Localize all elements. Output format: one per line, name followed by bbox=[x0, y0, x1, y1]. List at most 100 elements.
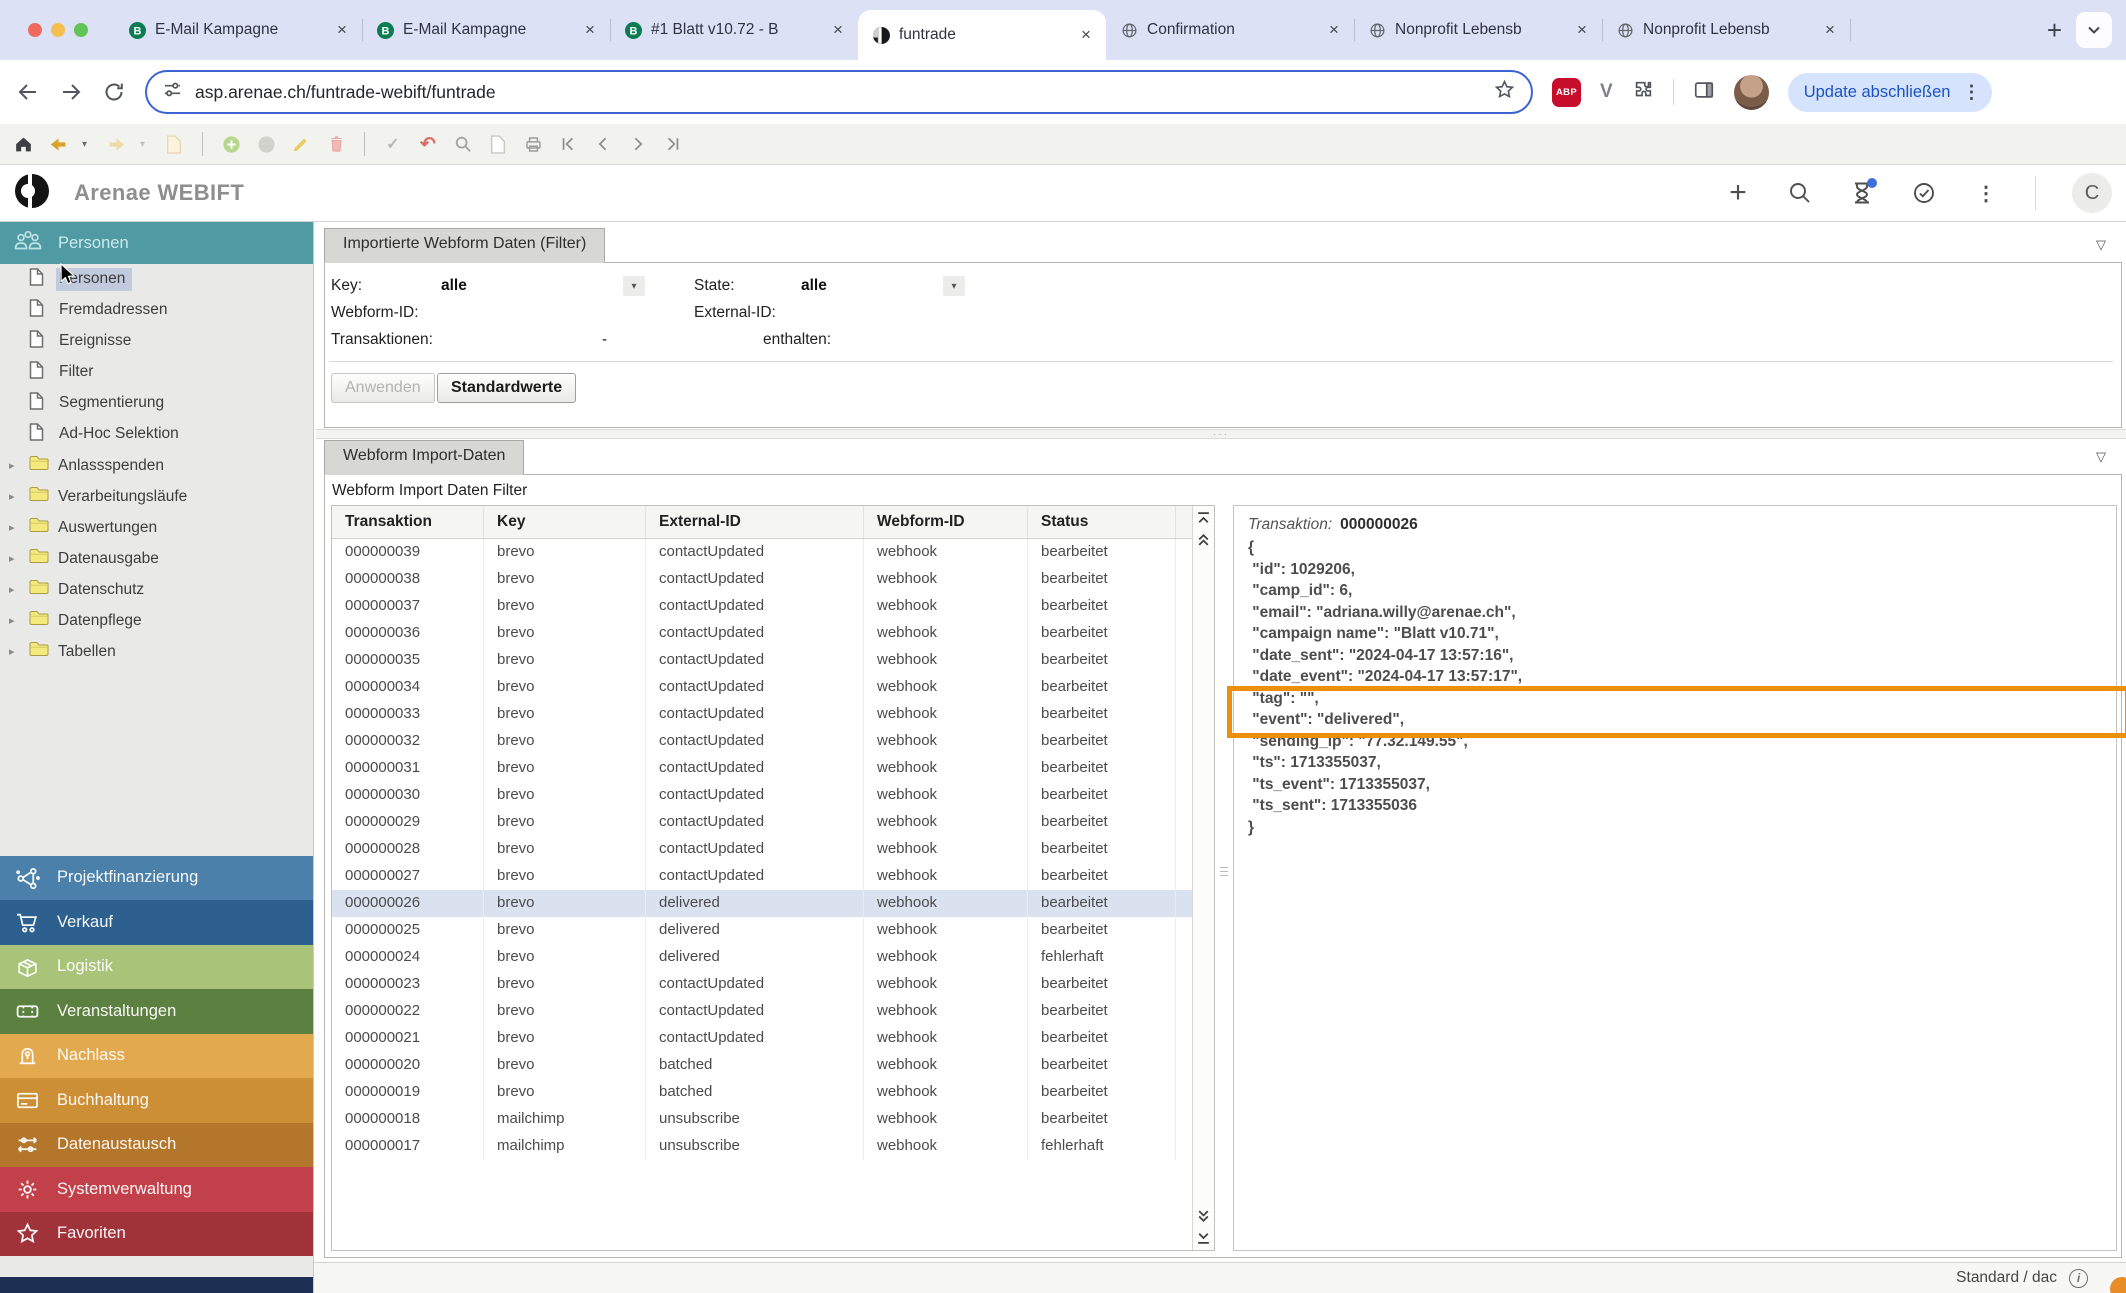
scroll-to-top-icon[interactable] bbox=[1196, 511, 1211, 526]
vertical-splitter-handle[interactable] bbox=[1220, 858, 1228, 884]
info-icon[interactable]: i bbox=[2069, 1269, 2088, 1288]
horizontal-splitter[interactable]: ··· bbox=[316, 429, 2126, 439]
sidebar-folder-verarbeitungsl-ufe[interactable]: ▸Verarbeitungsläufe bbox=[0, 481, 313, 512]
sidebar-item-fremdadressen[interactable]: Fremdadressen bbox=[0, 295, 313, 326]
adblock-extension-icon[interactable]: ABP bbox=[1552, 78, 1581, 107]
sidebar-folder-datenausgabe[interactable]: ▸Datenausgabe bbox=[0, 543, 313, 574]
table-row[interactable]: 000000018mailchimpunsubscribewebhookbear… bbox=[332, 1106, 1214, 1133]
update-browser-button[interactable]: Update abschließen ⋮ bbox=[1788, 73, 1993, 112]
state-select-caret-icon[interactable]: ▾ bbox=[943, 276, 965, 296]
key-select-caret-icon[interactable]: ▾ bbox=[623, 276, 645, 296]
sidebar-folder-datenpflege[interactable]: ▸Datenpflege bbox=[0, 605, 313, 636]
browser-menu-kebab-icon[interactable]: ⋮ bbox=[1962, 82, 1980, 103]
close-window-button[interactable] bbox=[28, 23, 42, 37]
expand-caret-icon[interactable]: ▸ bbox=[9, 645, 20, 658]
close-tab-icon[interactable]: × bbox=[828, 20, 848, 40]
state-select-value[interactable]: alle bbox=[801, 277, 827, 295]
user-avatar[interactable]: C bbox=[2072, 173, 2112, 213]
sidebar-module-buchhaltung[interactable]: Buchhaltung bbox=[0, 1078, 313, 1123]
forward-icon[interactable] bbox=[59, 80, 83, 104]
bookmark-star-icon[interactable] bbox=[1494, 79, 1515, 105]
close-tab-icon[interactable]: × bbox=[1572, 20, 1592, 40]
sidebar-module-veranstaltungen[interactable]: Veranstaltungen bbox=[0, 989, 313, 1034]
sidebar-folder-auswertungen[interactable]: ▸Auswertungen bbox=[0, 512, 313, 543]
table-row[interactable]: 000000028brevocontactUpdatedwebhookbearb… bbox=[332, 836, 1214, 863]
v-extension-icon[interactable]: V bbox=[1600, 81, 1613, 103]
table-row[interactable]: 000000033brevocontactUpdatedwebhookbearb… bbox=[332, 701, 1214, 728]
new-tab-button[interactable]: + bbox=[2033, 15, 2076, 46]
column-header-external-id[interactable]: External-ID bbox=[646, 506, 864, 538]
browser-tab-3[interactable]: B#1 Blatt v10.72 - B× bbox=[610, 10, 858, 50]
add-record-icon[interactable]: + bbox=[1725, 180, 1751, 206]
sidebar-module-systemverwaltung[interactable]: Systemverwaltung bbox=[0, 1167, 313, 1212]
table-row[interactable]: 000000035brevocontactUpdatedwebhookbearb… bbox=[332, 647, 1214, 674]
table-row[interactable]: 000000032brevocontactUpdatedwebhookbearb… bbox=[332, 728, 1214, 755]
profile-avatar[interactable] bbox=[1734, 75, 1769, 110]
table-row[interactable]: 000000020brevobatchedwebhookbearbeitet bbox=[332, 1052, 1214, 1079]
browser-tab-4[interactable]: funtrade× bbox=[858, 10, 1106, 60]
expand-caret-icon[interactable]: ▸ bbox=[9, 614, 20, 627]
browser-tab-1[interactable]: BE-Mail Kampagne× bbox=[114, 10, 362, 50]
next-record-icon[interactable] bbox=[627, 133, 649, 155]
browser-tab-6[interactable]: Nonprofit Lebensb× bbox=[1354, 10, 1602, 50]
apply-button[interactable]: Anwenden bbox=[331, 373, 435, 403]
filter-panel-tab[interactable]: Importierte Webform Daten (Filter) bbox=[324, 228, 605, 263]
back-icon[interactable] bbox=[16, 80, 40, 104]
sidebar-folder-tabellen[interactable]: ▸Tabellen bbox=[0, 636, 313, 667]
table-row[interactable]: 000000036brevocontactUpdatedwebhookbearb… bbox=[332, 620, 1214, 647]
column-header-webform-id[interactable]: Webform-ID bbox=[864, 506, 1028, 538]
sidebar-module-verkauf[interactable]: Verkauf bbox=[0, 900, 313, 945]
extensions-puzzle-icon[interactable] bbox=[1632, 79, 1654, 106]
table-row[interactable]: 000000021brevocontactUpdatedwebhookbearb… bbox=[332, 1025, 1214, 1052]
zoom-window-button[interactable] bbox=[74, 23, 88, 37]
table-row[interactable]: 000000025brevodeliveredwebhookbearbeitet bbox=[332, 917, 1214, 944]
sidebar-folder-datenschutz[interactable]: ▸Datenschutz bbox=[0, 574, 313, 605]
browser-tab-7[interactable]: Nonprofit Lebensb× bbox=[1602, 10, 1850, 50]
table-scrollbar[interactable] bbox=[1192, 506, 1214, 1250]
sidebar-module-logistik[interactable]: Logistik bbox=[0, 945, 313, 990]
check-circle-icon[interactable] bbox=[1911, 180, 1937, 206]
table-row[interactable]: 000000017mailchimpunsubscribewebhookfehl… bbox=[332, 1133, 1214, 1160]
scroll-page-down-icon[interactable] bbox=[1196, 1209, 1211, 1224]
expand-caret-icon[interactable]: ▸ bbox=[9, 490, 20, 503]
close-tab-icon[interactable]: × bbox=[1324, 20, 1344, 40]
sidebar-item-ereignisse[interactable]: Ereignisse bbox=[0, 326, 313, 357]
browser-tab-5[interactable]: Confirmation× bbox=[1106, 10, 1354, 50]
pending-tasks-hourglass-icon[interactable] bbox=[1849, 180, 1875, 206]
minimize-window-button[interactable] bbox=[51, 23, 65, 37]
app-menu-kebab-icon[interactable]: ⋮ bbox=[1973, 180, 1999, 206]
browser-tab-2[interactable]: BE-Mail Kampagne× bbox=[362, 10, 610, 50]
sidebar-module-nachlass[interactable]: Nachlass bbox=[0, 1034, 313, 1079]
url-input[interactable]: asp.arenae.ch/funtrade-webift/funtrade bbox=[145, 70, 1533, 114]
close-tab-icon[interactable]: × bbox=[580, 20, 600, 40]
sidebar-item-filter[interactable]: Filter bbox=[0, 357, 313, 388]
home-icon[interactable] bbox=[12, 133, 34, 155]
expand-caret-icon[interactable]: ▸ bbox=[9, 521, 20, 534]
column-header-transaktion[interactable]: Transaktion bbox=[332, 506, 484, 538]
sidebar-section-personen[interactable]: Personen bbox=[0, 222, 313, 264]
sidebar-module-datenaustausch[interactable]: Datenaustausch bbox=[0, 1123, 313, 1168]
print-icon[interactable] bbox=[522, 133, 544, 155]
nav-forward-icon[interactable] bbox=[105, 133, 127, 155]
nav-back-icon[interactable] bbox=[47, 133, 69, 155]
table-row[interactable]: 000000038brevocontactUpdatedwebhookbearb… bbox=[332, 566, 1214, 593]
first-record-icon[interactable] bbox=[557, 133, 579, 155]
defaults-button[interactable]: Standardwerte bbox=[437, 373, 576, 403]
search-records-icon[interactable] bbox=[452, 133, 474, 155]
url-text[interactable]: asp.arenae.ch/funtrade-webift/funtrade bbox=[195, 82, 1481, 103]
table-row[interactable]: 000000026brevodeliveredwebhookbearbeitet bbox=[332, 890, 1214, 917]
window-controls[interactable] bbox=[0, 23, 114, 37]
forward-history-caret-icon[interactable]: ▾ bbox=[140, 139, 150, 150]
close-tab-icon[interactable]: × bbox=[332, 20, 352, 40]
column-header-status[interactable]: Status bbox=[1028, 506, 1176, 538]
sidebar-folder-anlassspenden[interactable]: ▸Anlassspenden bbox=[0, 450, 313, 481]
scroll-page-up-icon[interactable] bbox=[1196, 532, 1211, 547]
scroll-to-bottom-icon[interactable] bbox=[1196, 1230, 1211, 1245]
table-row[interactable]: 000000023brevocontactUpdatedwebhookbearb… bbox=[332, 971, 1214, 998]
table-row[interactable]: 000000034brevocontactUpdatedwebhookbearb… bbox=[332, 674, 1214, 701]
column-header-key[interactable]: Key bbox=[484, 506, 646, 538]
sidebar-item-ad-hoc-selektion[interactable]: Ad-Hoc Selektion bbox=[0, 419, 313, 450]
table-row[interactable]: 000000030brevocontactUpdatedwebhookbearb… bbox=[332, 782, 1214, 809]
sidebar-module-favoriten[interactable]: Favoriten bbox=[0, 1212, 313, 1257]
table-row[interactable]: 000000029brevocontactUpdatedwebhookbearb… bbox=[332, 809, 1214, 836]
